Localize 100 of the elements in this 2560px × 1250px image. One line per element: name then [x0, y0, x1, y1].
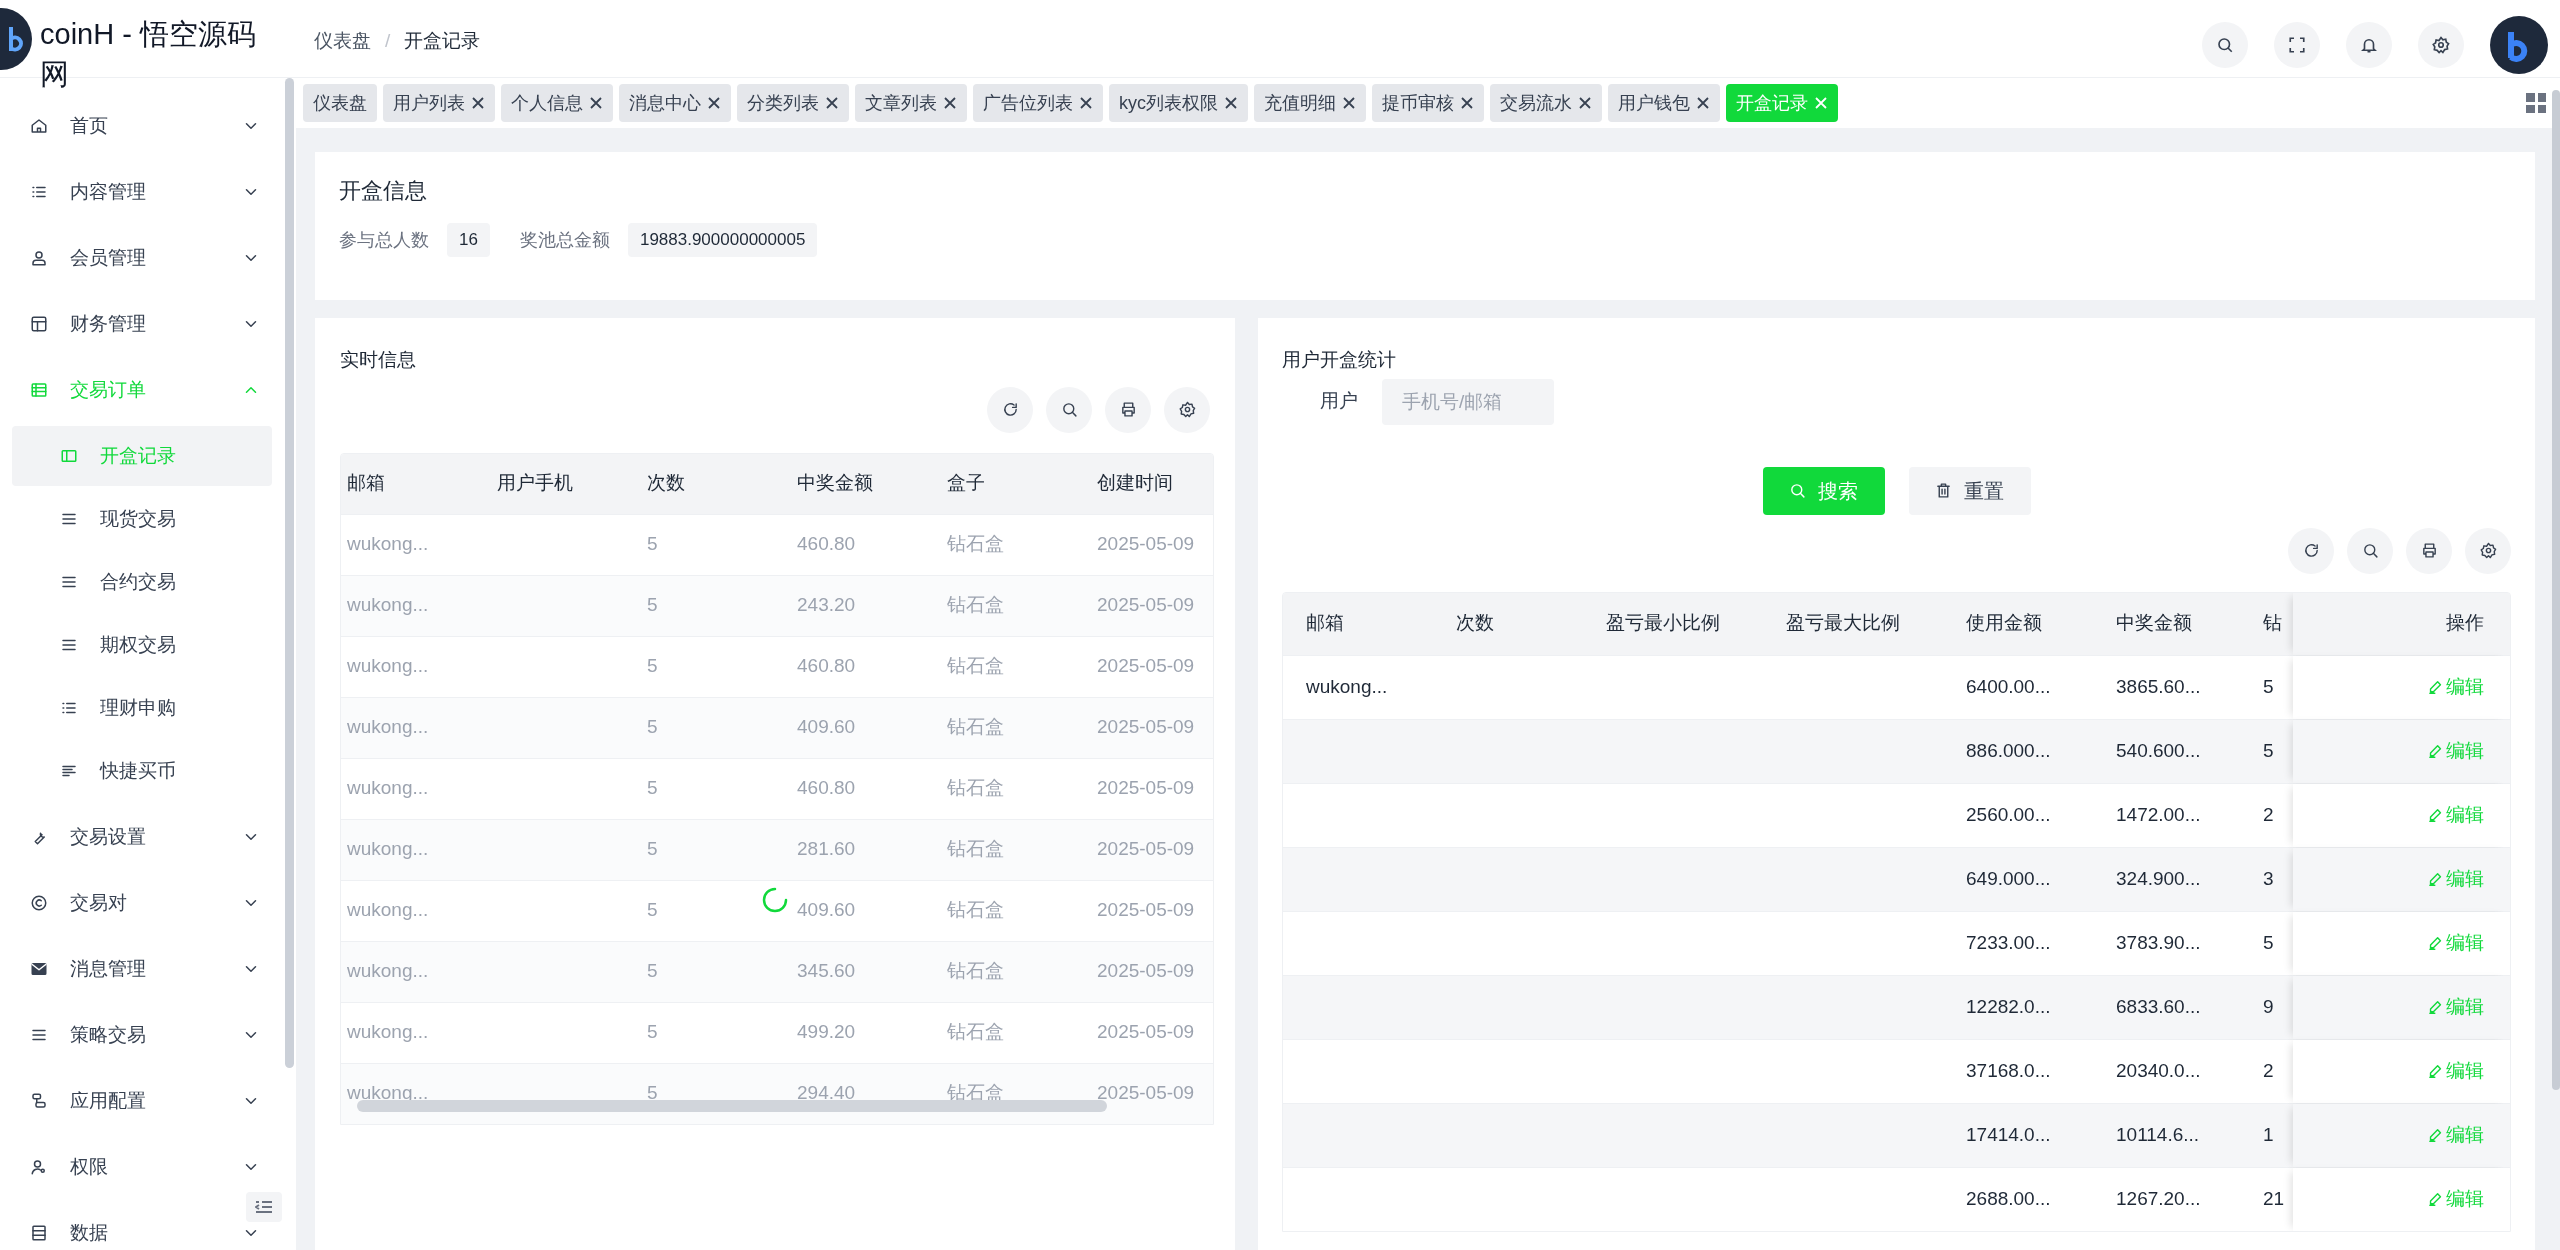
- table-cell-text: wukong...: [346, 898, 430, 923]
- table-cell-text: 10114.6...: [2115, 1122, 2201, 1147]
- menu-item[interactable]: 权限: [30, 1152, 108, 1182]
- close-icon[interactable]: [707, 96, 721, 110]
- table-cell-text: wukong...: [346, 776, 430, 801]
- avatar[interactable]: [2490, 16, 2548, 74]
- menu-item[interactable]: 财务管理: [30, 309, 146, 339]
- scrollbar[interactable]: [285, 78, 294, 1068]
- close-icon[interactable]: [1696, 96, 1710, 110]
- table-cell-text: wukong...: [346, 654, 430, 679]
- close-icon[interactable]: [943, 96, 957, 110]
- table-cell-text: 3865.60...: [2115, 674, 2202, 699]
- submenu-item[interactable]: 理财申购: [12, 678, 272, 738]
- tab[interactable]: 消息中心: [619, 84, 731, 122]
- pencil-icon: [2427, 870, 2444, 888]
- page-scrollbar[interactable]: [2552, 90, 2560, 1090]
- table-cell-text: 2025-05-09: [1096, 715, 1196, 740]
- pencil-icon: [2427, 678, 2444, 696]
- close-icon[interactable]: [825, 96, 839, 110]
- table-cell-text: 649.000...: [1965, 866, 2052, 891]
- close-icon[interactable]: [589, 96, 603, 110]
- settings-button[interactable]: [2418, 22, 2464, 68]
- column-header: 次数: [1455, 611, 1495, 636]
- tab[interactable]: 广告位列表: [973, 84, 1103, 122]
- tab[interactable]: 个人信息: [501, 84, 613, 122]
- table-cell-text: 499.20: [796, 1020, 857, 1045]
- table-cell-text: 6833.60...: [2115, 994, 2202, 1019]
- tab[interactable]: 仪表盘: [303, 84, 377, 122]
- bell-button[interactable]: [2346, 22, 2392, 68]
- fullscreen-button[interactable]: [2274, 22, 2320, 68]
- menu-item[interactable]: 交易设置: [30, 822, 146, 852]
- tab[interactable]: kyc列表权限: [1109, 84, 1248, 122]
- print-button[interactable]: [2406, 527, 2452, 574]
- table-cell-text: 7233.00...: [1965, 930, 2052, 955]
- close-icon[interactable]: [1578, 96, 1592, 110]
- table-cell-text: wukong...: [346, 593, 430, 618]
- menu-item[interactable]: 会员管理: [30, 243, 146, 273]
- menu-item[interactable]: 内容管理: [30, 177, 146, 207]
- search-button[interactable]: [2202, 22, 2248, 68]
- gear-icon: [2432, 36, 2450, 54]
- refresh-button[interactable]: [987, 386, 1033, 433]
- table-cell-text: wukong...: [346, 959, 430, 984]
- tab[interactable]: 交易流水: [1490, 84, 1602, 122]
- menu-item[interactable]: 首页: [30, 111, 108, 141]
- menu-item[interactable]: 数据: [30, 1218, 108, 1248]
- menu-item[interactable]: 消息管理: [30, 954, 146, 984]
- search-button[interactable]: [1046, 386, 1092, 433]
- reset-button[interactable]: 重置: [1908, 466, 2031, 515]
- pencil-icon: [2427, 1062, 2444, 1080]
- menu-item[interactable]: 应用配置: [30, 1086, 146, 1116]
- settings-button[interactable]: [1164, 386, 1210, 433]
- table-cell-text: wukong...: [346, 837, 430, 862]
- menu-item[interactable]: 交易对: [30, 888, 127, 918]
- table-icon: [30, 381, 48, 399]
- close-icon[interactable]: [1224, 96, 1238, 110]
- tab[interactable]: 分类列表: [737, 84, 849, 122]
- refresh-icon: [1001, 401, 1019, 418]
- tab[interactable]: 用户钱包: [1608, 84, 1720, 122]
- search-button[interactable]: [2347, 527, 2393, 574]
- column-header: 钻: [2263, 611, 2282, 636]
- table-cell-text: 5: [646, 1081, 659, 1106]
- tab[interactable]: 用户列表: [383, 84, 495, 122]
- table-cell-text: 17414.0...: [1965, 1122, 2052, 1147]
- breadcrumb-item[interactable]: 仪表盘: [314, 27, 371, 56]
- tab[interactable]: 文章列表: [855, 84, 967, 122]
- grid-icon[interactable]: [2526, 93, 2546, 113]
- table-cell-text: 钻石盒: [946, 898, 1005, 923]
- table-cell-text: 1267.20...: [2115, 1186, 2202, 1211]
- table-cell-text: 2560.00...: [1965, 802, 2052, 827]
- gear-icon: [1178, 401, 1196, 418]
- user-search-field[interactable]: 手机号/邮箱: [1382, 378, 1554, 425]
- menu-item[interactable]: 策略交易: [30, 1020, 146, 1050]
- tab[interactable]: 提币审核: [1372, 84, 1484, 122]
- submenu-item[interactable]: 快捷买币: [12, 741, 272, 801]
- tab[interactable]: 充值明细: [1254, 84, 1366, 122]
- submenu-item[interactable]: 现货交易: [12, 489, 272, 549]
- close-icon[interactable]: [1460, 96, 1474, 110]
- submenu-item[interactable]: 期权交易: [12, 615, 272, 675]
- table-cell-text: wukong...: [346, 1020, 430, 1045]
- table-cell-text: 12282.0...: [1965, 994, 2052, 1019]
- table-cell-text: 9: [2263, 994, 2274, 1019]
- table-cell-text: 460.80: [796, 654, 857, 679]
- pencil-icon: [2427, 1126, 2444, 1144]
- table-cell-text: 886.000...: [1965, 738, 2052, 763]
- collapse-button[interactable]: [246, 1192, 282, 1222]
- close-icon[interactable]: [471, 96, 485, 110]
- submenu-item[interactable]: 合约交易: [12, 552, 272, 612]
- layout-icon: [30, 315, 48, 333]
- pencil-icon: [2427, 742, 2444, 760]
- refresh-button[interactable]: [2288, 527, 2334, 574]
- table-cell-text: 5: [646, 532, 659, 557]
- database-icon: [30, 1224, 48, 1242]
- print-button[interactable]: [1105, 386, 1151, 433]
- table-cell-text: 409.60: [796, 715, 857, 740]
- table-cell-text: 1: [2263, 1122, 2274, 1147]
- close-icon[interactable]: [1342, 96, 1356, 110]
- table-cell-text: 5: [646, 898, 659, 923]
- close-icon[interactable]: [1079, 96, 1093, 110]
- stat-label: 参与总人数: [339, 228, 429, 252]
- settings-button[interactable]: [2465, 527, 2511, 574]
